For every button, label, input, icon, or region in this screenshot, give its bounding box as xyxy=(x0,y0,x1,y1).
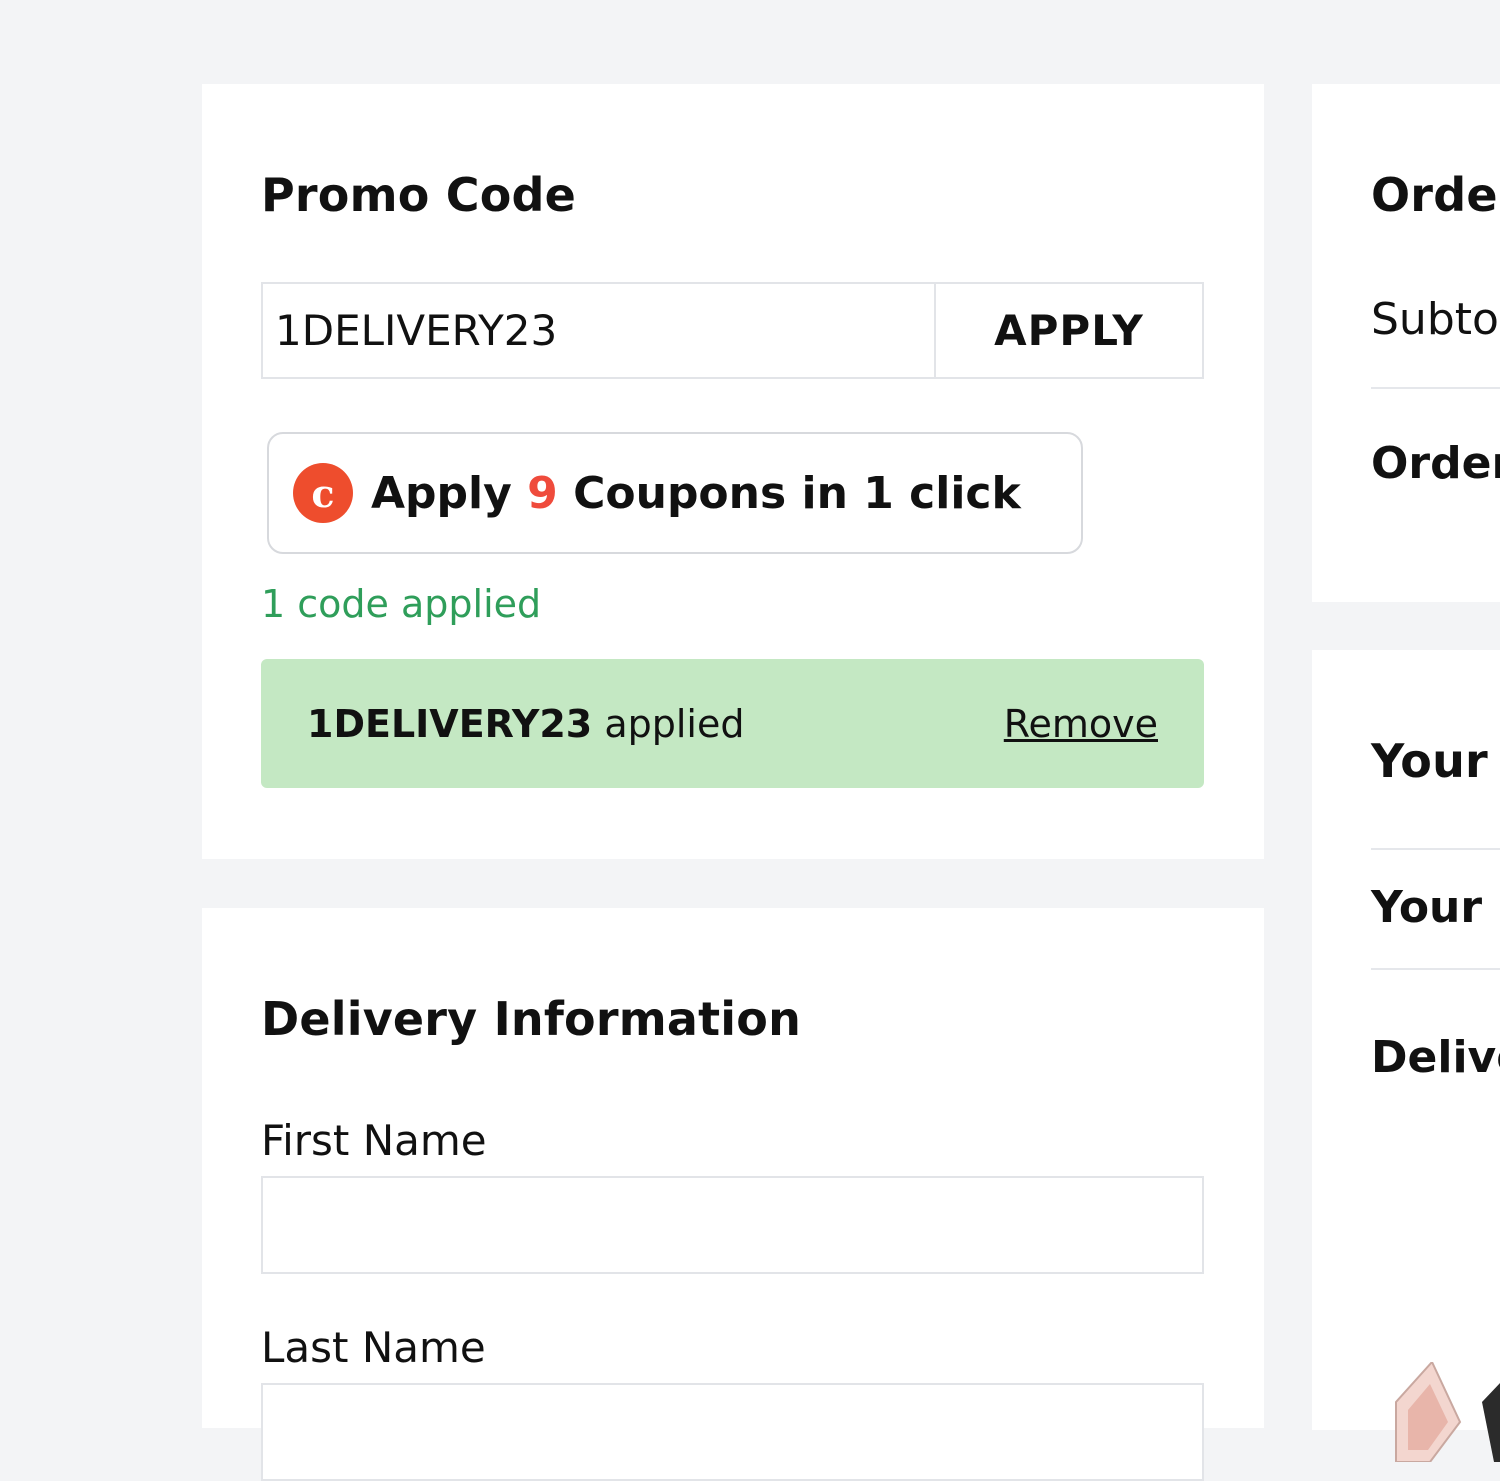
promo-code-card: Promo Code APPLY c Apply 9 Coupons in 1 … xyxy=(202,84,1264,859)
cart-subtitle: Your I xyxy=(1371,882,1500,933)
codes-applied-count: 1 code applied xyxy=(261,582,542,626)
applied-code-banner: 1DELIVERY23 applied Remove xyxy=(261,659,1204,788)
coupon-extension-logo-icon: c xyxy=(293,463,353,523)
order-summary-card: Orde Subto Order xyxy=(1312,84,1500,602)
apply-coupons-suffix: Coupons in 1 click xyxy=(573,467,1021,519)
first-name-label: First Name xyxy=(261,1116,487,1165)
summary-divider xyxy=(1371,387,1500,389)
cart-card: Your Your I Delive xyxy=(1312,650,1500,1462)
order-summary-title: Orde xyxy=(1371,168,1498,222)
apply-coupons-button[interactable]: c Apply 9 Coupons in 1 click xyxy=(267,432,1083,554)
apply-coupons-prefix: Apply xyxy=(371,467,512,519)
last-name-label: Last Name xyxy=(261,1323,486,1372)
apply-promo-button[interactable]: APPLY xyxy=(934,284,1202,377)
order-total-label: Order xyxy=(1371,438,1500,489)
subtotal-label: Subto xyxy=(1371,294,1499,345)
applied-code-text: 1DELIVERY23 applied xyxy=(307,702,745,746)
coupon-logo-glyph: c xyxy=(311,470,335,516)
promo-code-input[interactable] xyxy=(263,284,934,377)
cart-divider-1 xyxy=(1371,848,1500,850)
last-name-input[interactable] xyxy=(261,1383,1204,1481)
promo-code-title: Promo Code xyxy=(261,168,577,222)
apply-coupons-label: Apply 9 Coupons in 1 click xyxy=(371,468,1021,519)
promo-code-row: APPLY xyxy=(261,282,1204,379)
product-thumbnail-icon xyxy=(1395,1362,1500,1462)
cart-delivery-label: Delive xyxy=(1371,1032,1500,1083)
cart-divider-2 xyxy=(1371,968,1500,970)
applied-suffix: applied xyxy=(604,701,745,746)
delivery-information-card: Delivery Information First Name Last Nam… xyxy=(202,908,1264,1481)
first-name-input[interactable] xyxy=(261,1176,1204,1274)
applied-code: 1DELIVERY23 xyxy=(307,701,593,746)
remove-code-link[interactable]: Remove xyxy=(1004,702,1158,746)
delivery-information-title: Delivery Information xyxy=(261,992,802,1046)
coupon-count: 9 xyxy=(527,467,558,519)
cart-title: Your xyxy=(1371,734,1488,788)
